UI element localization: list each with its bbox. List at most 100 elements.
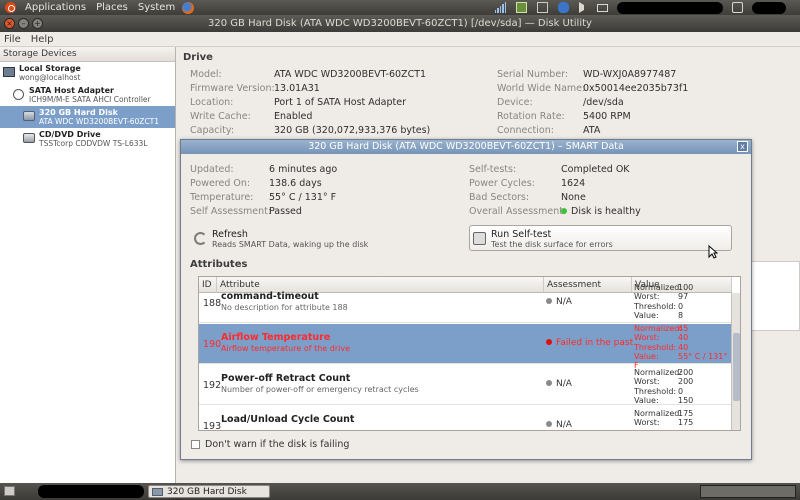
bluetooth-icon[interactable] bbox=[558, 2, 569, 13]
file-menu[interactable]: File bbox=[4, 34, 21, 45]
window-minimize-icon[interactable]: – bbox=[18, 18, 29, 29]
overall-assessment-label: Overall Assessment: bbox=[469, 206, 567, 217]
firmware-label: Firmware Version: bbox=[190, 83, 275, 94]
device-value: /dev/sda bbox=[583, 97, 624, 108]
smart-dialog-title: 320 GB Hard Disk (ATA WDC WD3200BEVT-60Z… bbox=[308, 141, 624, 152]
worst-label: Worst: bbox=[634, 333, 660, 343]
refresh-icon bbox=[194, 232, 207, 245]
self-tests-label: Self-tests: bbox=[469, 164, 517, 175]
dialog-close-icon[interactable]: x bbox=[737, 141, 748, 152]
threshold-label: Threshold: bbox=[634, 386, 677, 396]
attributes-scrollbar[interactable] bbox=[731, 293, 740, 430]
window-titlebar[interactable]: × – + 320 GB Hard Disk (ATA WDC WD3200BE… bbox=[0, 15, 800, 32]
assessment-text: N/A bbox=[556, 420, 572, 430]
optical-drive-icon bbox=[23, 133, 35, 143]
attribute-assessment: N/A bbox=[546, 420, 572, 430]
run-self-test-button[interactable]: Run Self-test Test the disk surface for … bbox=[469, 225, 732, 251]
scrollbar-thumb[interactable] bbox=[733, 333, 740, 401]
controller-icon bbox=[13, 89, 24, 100]
self-test-icon bbox=[473, 232, 486, 245]
attribute-values: Normalized:200 Worst: 200 Threshold: 0 Val… bbox=[634, 368, 693, 405]
taskbar-disk-utility-button[interactable]: 320 GB Hard Disk (AT... bbox=[148, 485, 270, 500]
network-icon[interactable] bbox=[537, 2, 548, 13]
ubuntu-logo-icon[interactable] bbox=[5, 2, 16, 13]
threshold-value: 0 bbox=[678, 301, 684, 311]
sidebar-item-subtitle: wong@localhost bbox=[19, 73, 81, 82]
sidebar-item-title: CD/DVD Drive bbox=[39, 130, 101, 139]
firmware-value: 13.01A31 bbox=[274, 83, 320, 94]
world-wide-name-label: World Wide Name: bbox=[497, 83, 586, 94]
system-menu[interactable]: System bbox=[133, 2, 180, 13]
status-dot-icon bbox=[546, 421, 552, 427]
smart-dialog-titlebar[interactable]: 320 GB Hard Disk (ATA WDC WD3200BEVT-60Z… bbox=[181, 140, 751, 154]
serial-number-label: Serial Number: bbox=[497, 69, 569, 80]
applications-menu[interactable]: Applications bbox=[20, 2, 91, 13]
window-maximize-icon[interactable]: + bbox=[32, 18, 43, 29]
sidebar-item-local-storage[interactable]: Local Storage wong@localhost bbox=[0, 62, 175, 84]
mail-icon[interactable] bbox=[597, 3, 608, 12]
device-label: Device: bbox=[497, 97, 533, 108]
self-assessment-value: Passed bbox=[269, 206, 302, 217]
overall-assessment-value: Disk is healthy bbox=[571, 206, 641, 217]
firefox-launcher-icon[interactable] bbox=[182, 1, 195, 14]
temperature-label: Temperature: bbox=[190, 192, 254, 203]
threshold-value: 40 bbox=[678, 342, 689, 352]
sidebar-item-subtitle: ATA WDC WD3200BEVT-60ZCT1 bbox=[39, 117, 160, 126]
threshold-label: Threshold: bbox=[634, 301, 677, 311]
help-menu[interactable]: Help bbox=[31, 34, 54, 45]
sidebar-item-subtitle: TSSTcorp CDDVDW TS-L633L bbox=[39, 139, 148, 148]
attribute-row-190[interactable]: 190 Airflow Temperature Airflow temperat… bbox=[199, 324, 732, 370]
attribute-values: Normalized:45 Worst: 40 Threshold: 40 Valu… bbox=[634, 324, 732, 370]
refresh-button[interactable]: Refresh Reads SMART Data, waking up the … bbox=[191, 226, 451, 252]
attribute-row-192[interactable]: 192 Power-off Retract Count Number of po… bbox=[199, 365, 732, 405]
write-cache-label: Write Cache: bbox=[190, 111, 251, 122]
dont-warn-checkbox[interactable] bbox=[191, 440, 200, 449]
value-label: Value: bbox=[634, 351, 659, 361]
taskbar-task-label: 320 GB Hard Disk (AT... bbox=[167, 487, 247, 500]
sidebar-item-title: 320 GB Hard Disk bbox=[39, 108, 118, 117]
model-value: ATA WDC WD3200BEVT-60ZCT1 bbox=[274, 69, 427, 80]
workspace-switcher[interactable] bbox=[700, 485, 796, 498]
attribute-name: Load/Unload Cycle Count bbox=[221, 414, 355, 425]
serial-number-value: WD-WXJ0A8977487 bbox=[583, 69, 677, 80]
sidebar-item-cd-dvd-drive[interactable]: CD/DVD Drive TSSTcorp CDDVDW TS-L633L bbox=[0, 128, 175, 150]
background-panel-strip bbox=[750, 261, 800, 331]
smart-data-dialog: 320 GB Hard Disk (ATA WDC WD3200BEVT-60Z… bbox=[180, 139, 752, 460]
dont-warn-option[interactable]: Don't warn if the disk is failing bbox=[191, 439, 349, 450]
top-panel: Applications Places System bbox=[0, 0, 800, 15]
window-close-icon[interactable]: × bbox=[4, 18, 15, 29]
places-menu[interactable]: Places bbox=[91, 2, 133, 13]
system-monitor-icon[interactable] bbox=[516, 2, 527, 13]
sidebar-item-sata-host-adapter[interactable]: SATA Host Adapter ICH9M/M-E SATA AHCI Co… bbox=[0, 84, 175, 106]
attribute-description: Airflow temperature of the drive bbox=[221, 344, 351, 353]
panel-menu: Applications Places System bbox=[0, 0, 195, 15]
model-label: Model: bbox=[190, 69, 222, 80]
sidebar-item-title: SATA Host Adapter bbox=[29, 86, 114, 95]
attribute-row-188[interactable]: 188 command-timeout No description for a… bbox=[199, 283, 732, 323]
write-cache-value: Enabled bbox=[274, 111, 313, 122]
worst-value: 200 bbox=[678, 377, 694, 387]
normalized-label: Normalized: bbox=[634, 324, 683, 333]
value-value: 150 bbox=[678, 395, 694, 405]
value-label: Value: bbox=[634, 395, 659, 405]
value-value: 8 bbox=[678, 310, 684, 320]
signal-strength-icon[interactable] bbox=[495, 2, 507, 13]
computer-icon bbox=[3, 67, 15, 77]
power-cycles-label: Power Cycles: bbox=[469, 178, 535, 189]
refresh-button-label: Refresh bbox=[212, 229, 248, 240]
powered-on-value: 138.6 days bbox=[269, 178, 322, 189]
sidebar-item-hard-disk[interactable]: 320 GB Hard Disk ATA WDC WD3200BEVT-60ZC… bbox=[0, 106, 175, 128]
connection-value: ATA bbox=[583, 125, 601, 136]
show-desktop-icon[interactable] bbox=[4, 486, 15, 496]
attributes-table: ID Attribute Assessment Value 188 comman… bbox=[198, 276, 741, 431]
volume-icon[interactable] bbox=[579, 2, 587, 13]
attribute-row-193[interactable]: 193 Load/Unload Cycle Count N/A Normaliz… bbox=[199, 406, 732, 430]
worst-label: Worst: bbox=[634, 292, 660, 302]
worst-value: 40 bbox=[678, 333, 689, 343]
worst-value: 175 bbox=[678, 418, 694, 428]
session-icon[interactable] bbox=[732, 2, 743, 13]
overall-assessment: Disk is healthy bbox=[561, 206, 641, 217]
attributes-heading: Attributes bbox=[190, 259, 248, 270]
redacted-taskbar-item bbox=[38, 485, 144, 498]
attribute-values: Normalized:100 Worst: 97 Threshold: 0 Valu… bbox=[634, 283, 693, 320]
